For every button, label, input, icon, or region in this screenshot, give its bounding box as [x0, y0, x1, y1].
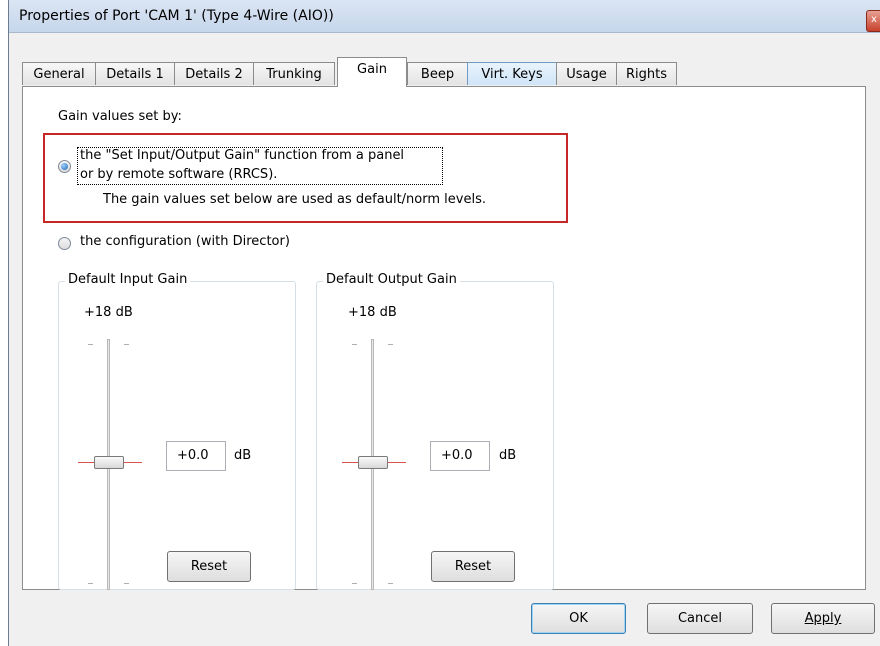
close-icon[interactable]: x [866, 10, 880, 32]
output-gain-group [316, 281, 554, 590]
output-gain-tick [388, 344, 393, 345]
tab-gain[interactable]: Gain [337, 57, 407, 87]
output-gain-reset-button[interactable]: Reset [431, 551, 515, 582]
radio-configuration[interactable] [58, 237, 71, 250]
input-gain-unit: dB [234, 448, 252, 463]
option-configuration-label[interactable]: the configuration (with Director) [80, 234, 290, 249]
radio-selected-dot [61, 163, 68, 170]
output-gain-group-label: Default Output Gain [323, 272, 460, 287]
tab-beep[interactable]: Beep [407, 62, 468, 85]
option-panel-line1[interactable]: the "Set Input/Output Gain" function fro… [80, 148, 404, 163]
tab-general[interactable]: General [22, 62, 96, 85]
title-bar: Properties of Port 'CAM 1' (Type 4-Wire … [9, 0, 880, 33]
tab-details-2[interactable]: Details 2 [174, 62, 254, 85]
output-gain-tick [352, 344, 357, 345]
input-gain-max-label: +18 dB [84, 305, 133, 320]
tab-virt-keys[interactable]: Virt. Keys [467, 62, 557, 85]
option-panel-note: The gain values set below are used as de… [103, 192, 486, 207]
ok-button[interactable]: OK [531, 603, 626, 634]
input-gain-slider-thumb[interactable] [94, 456, 124, 469]
tab-usage[interactable]: Usage [556, 62, 617, 85]
input-gain-group [58, 281, 296, 590]
input-gain-reset-button[interactable]: Reset [167, 551, 251, 582]
input-gain-tick [124, 583, 129, 584]
output-gain-max-label: +18 dB [348, 305, 397, 320]
gain-values-set-by-label: Gain values set by: [58, 109, 182, 124]
input-gain-group-label: Default Input Gain [65, 272, 191, 287]
input-gain-value-field[interactable]: +0.0 [166, 441, 226, 471]
tab-trunking[interactable]: Trunking [253, 62, 335, 85]
output-gain-tick [388, 583, 393, 584]
option-panel-line2[interactable]: or by remote software (RRCS). [80, 167, 277, 182]
input-gain-tick [124, 344, 129, 345]
window-title: Properties of Port 'CAM 1' (Type 4-Wire … [19, 8, 334, 24]
apply-button[interactable]: Apply [771, 603, 875, 634]
input-gain-tick [88, 583, 93, 584]
output-gain-slider-thumb[interactable] [358, 456, 388, 469]
output-gain-value-field[interactable]: +0.0 [430, 441, 490, 471]
tab-rights[interactable]: Rights [616, 62, 677, 85]
output-gain-unit: dB [499, 448, 517, 463]
output-gain-tick [352, 583, 357, 584]
input-gain-tick [88, 344, 93, 345]
tab-details-1[interactable]: Details 1 [95, 62, 175, 85]
cancel-button[interactable]: Cancel [647, 603, 753, 634]
radio-panel-rrcs[interactable] [58, 160, 71, 173]
